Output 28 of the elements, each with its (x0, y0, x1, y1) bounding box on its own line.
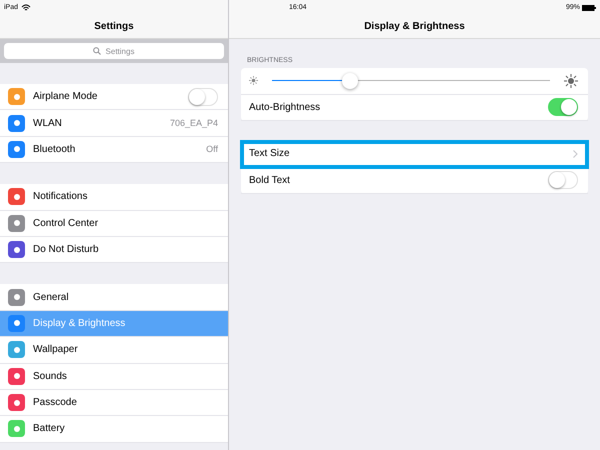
search-icon (93, 47, 101, 55)
settings-item[interactable]: Airplane Mode (0, 84, 228, 110)
settings-item[interactable]: Battery (0, 416, 228, 443)
settings-row[interactable]: Bold Text (241, 168, 588, 194)
settings-item[interactable]: Notifications (0, 184, 228, 211)
sun-small-icon (249, 76, 258, 86)
settings-item[interactable]: Wallpaper (0, 337, 228, 364)
sidebar-title: Settings (94, 21, 134, 32)
item-value: 706_EA_P4 (170, 118, 218, 128)
page-title: Display & Brightness (364, 21, 465, 32)
settings-item[interactable]: Do Not Disturb (0, 236, 228, 264)
battery-icon (582, 4, 596, 10)
settings-item[interactable]: Bluetooth Off (0, 136, 228, 164)
settings-item[interactable]: Control Center (0, 210, 228, 237)
settings-item[interactable]: Sounds (0, 364, 228, 390)
toggle-switch[interactable] (548, 98, 578, 116)
toggle-switch[interactable] (548, 171, 578, 190)
sun-large-icon (564, 74, 578, 88)
settings-row[interactable]: Text Size (241, 141, 588, 168)
search-field[interactable]: Settings (4, 43, 224, 59)
settings-item[interactable]: WLAN 706_EA_P4 (0, 110, 228, 137)
toggle-switch[interactable] (188, 88, 218, 106)
auto-brightness-label: Auto-Brightness (249, 102, 322, 113)
slider-thumb[interactable] (342, 72, 358, 89)
settings-item[interactable]: Passcode (0, 390, 228, 416)
wifi-icon (21, 4, 32, 12)
item-value: Off (206, 144, 218, 154)
chevron-icon (573, 150, 578, 158)
